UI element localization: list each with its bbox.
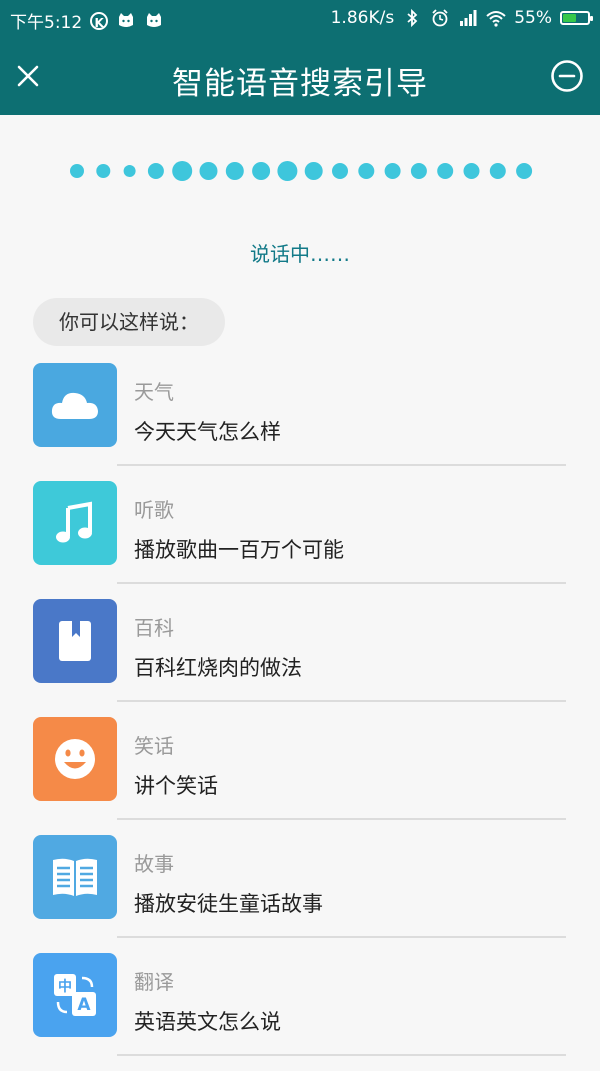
- wave-dot: [463, 163, 480, 179]
- suggestion-example: 今天天气怎么样: [134, 420, 281, 444]
- weather-tile: [33, 363, 117, 447]
- wave-dot: [70, 164, 84, 178]
- status-bar: 下午5:12 K 1.86K/s 55%: [0, 0, 600, 40]
- battery-percent: 55%: [514, 8, 552, 28]
- wifi-icon: [486, 11, 506, 27]
- suggestion-category: 故事: [134, 852, 174, 876]
- wave-dot: [304, 162, 323, 180]
- signal-icon: [460, 10, 477, 26]
- wave-dot: [199, 162, 218, 180]
- wave-dot: [516, 163, 533, 179]
- smiley-face-icon: [55, 739, 95, 779]
- divider: [117, 700, 566, 702]
- divider: [117, 582, 566, 584]
- svg-text:A: A: [77, 995, 91, 1015]
- cat-notification-icon: [147, 12, 162, 27]
- story-tile: [33, 835, 117, 919]
- divider: [117, 464, 566, 466]
- listening-status: 说话中……: [250, 242, 350, 266]
- suggestion-example: 播放安徒生童话故事: [134, 892, 323, 916]
- encyclopedia-tile: [33, 599, 117, 683]
- battery-fill: [563, 14, 576, 22]
- divider: [117, 1054, 566, 1056]
- k-app-icon: K: [90, 11, 109, 30]
- translate-tile: 中 A: [33, 953, 117, 1037]
- hint-bubble: 你可以这样说：: [33, 298, 225, 346]
- suggestion-item-music[interactable]: 听歌 播放歌曲一百万个可能: [0, 481, 600, 599]
- wave-dot: [277, 161, 298, 181]
- suggestion-category: 百科: [134, 616, 174, 640]
- suggestion-category: 翻译: [134, 970, 174, 994]
- app-header: 智能语音搜索引导: [0, 40, 600, 115]
- wave-dot: [358, 163, 375, 179]
- suggestion-category: 笑话: [134, 734, 174, 758]
- wave-dot: [252, 162, 271, 180]
- wave-dot: [96, 164, 111, 178]
- svg-text:中: 中: [58, 978, 72, 995]
- wave-dot: [147, 163, 164, 179]
- translate-icon: 中 A: [54, 974, 96, 1016]
- page-title: 智能语音搜索引导: [172, 66, 428, 102]
- suggestion-item-translate[interactable]: 中 A 翻译 英语英文怎么说: [0, 953, 600, 1071]
- suggestion-item-weather[interactable]: 天气 今天天气怎么样: [0, 363, 600, 481]
- wave-dot: [437, 163, 454, 179]
- divider: [117, 818, 566, 820]
- wave-dot: [123, 165, 136, 177]
- wave-dot: [225, 162, 244, 180]
- network-speed: 1.86K/s: [330, 8, 395, 28]
- suggestion-item-encyclopedia[interactable]: 百科 百科红烧肉的做法: [0, 599, 600, 717]
- minimize-icon[interactable]: [550, 59, 584, 93]
- music-note-icon: [56, 501, 92, 543]
- joke-tile: [33, 717, 117, 801]
- wave-dot: [172, 161, 193, 181]
- suggestion-item-joke[interactable]: 笑话 讲个笑话: [0, 717, 600, 835]
- cloud-icon: [51, 392, 98, 419]
- music-tile: [33, 481, 117, 565]
- suggestion-list: 天气 今天天气怎么样 听歌 播放歌曲一百万个可能 百科 百科红烧肉的做法 笑话 …: [0, 363, 600, 1071]
- suggestion-item-story[interactable]: 故事 播放安徒生童话故事: [0, 835, 600, 953]
- suggestion-example: 播放歌曲一百万个可能: [134, 538, 344, 562]
- wave-dot: [332, 163, 348, 179]
- divider: [117, 936, 566, 938]
- bluetooth-icon: [407, 8, 418, 28]
- wave-dot: [410, 163, 427, 179]
- suggestion-example: 讲个笑话: [134, 774, 218, 798]
- cat-notification-icon: [119, 12, 134, 27]
- open-book-icon: [53, 858, 97, 896]
- wave-dot: [489, 163, 506, 179]
- suggestion-category: 天气: [134, 380, 174, 404]
- suggestion-example: 百科红烧肉的做法: [134, 656, 302, 680]
- status-time: 下午5:12: [10, 13, 83, 33]
- bookmark-book-icon: [59, 621, 91, 661]
- alarm-icon: [432, 9, 448, 27]
- suggestion-category: 听歌: [134, 498, 174, 522]
- voice-waveform: [70, 161, 533, 181]
- suggestion-example: 英语英文怎么说: [134, 1010, 281, 1034]
- battery-icon: [560, 11, 593, 25]
- wave-dot: [384, 163, 401, 179]
